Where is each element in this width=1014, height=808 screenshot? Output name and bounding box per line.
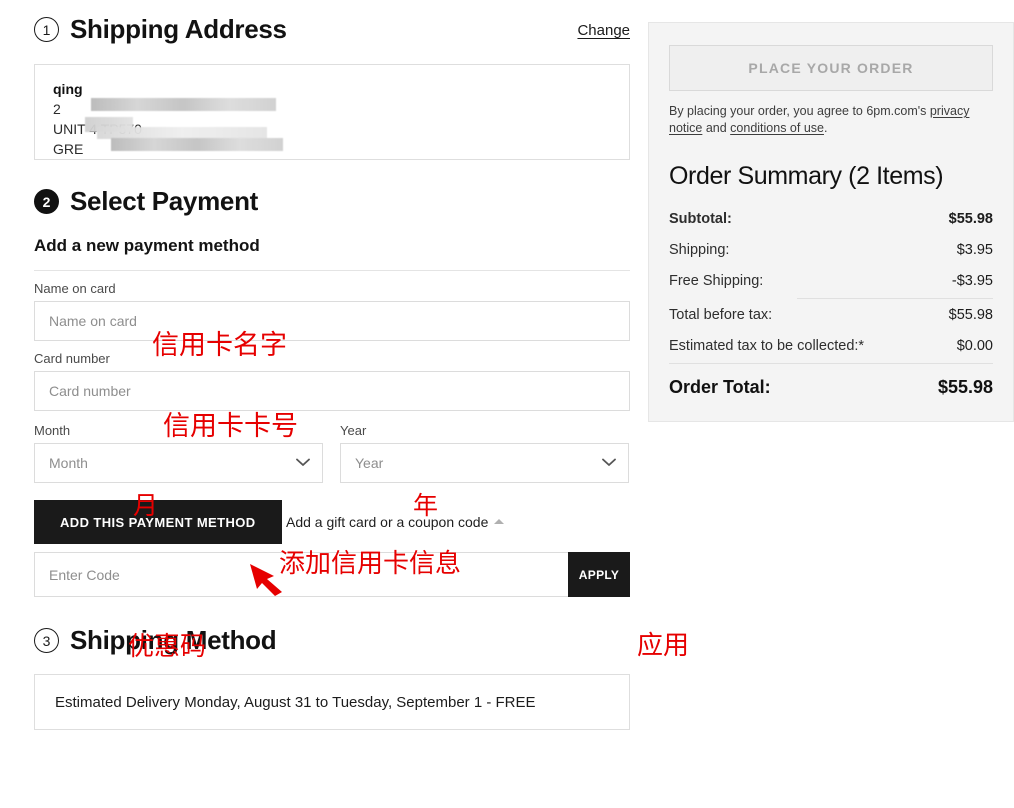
payment-divider xyxy=(34,270,630,271)
place-your-order-button[interactable]: PLACE YOUR ORDER xyxy=(669,45,993,91)
shipping-method-header: 3 Shipping Method xyxy=(34,625,630,656)
legal-suffix-text: . xyxy=(823,121,828,135)
caret-up-icon xyxy=(494,519,505,524)
checkout-left-column: 1 Shipping Address Change qing 2 UNIT 4 … xyxy=(34,14,630,730)
order-summary-row: Shipping: $3.95 xyxy=(669,234,993,265)
select-payment-title: Select Payment xyxy=(70,186,259,216)
order-summary-row-label: Estimated tax to be collected:* xyxy=(669,338,865,354)
address-recipient-name: qing xyxy=(53,81,83,97)
order-summary-row-label: Total before tax: xyxy=(669,307,773,323)
legal-prefix-text: By placing your order, you agree to 6pm.… xyxy=(669,104,930,118)
add-payment-method-button[interactable]: ADD THIS PAYMENT METHOD xyxy=(34,500,282,544)
conditions-of-use-link[interactable]: conditions of use xyxy=(730,121,824,135)
month-select-value: Month xyxy=(49,455,88,471)
select-payment-header: 2 Select Payment xyxy=(34,186,630,217)
card-number-input[interactable] xyxy=(34,371,630,411)
step-3-badge: 3 xyxy=(34,628,59,653)
year-select-value: Year xyxy=(355,455,384,471)
order-summary-row-value: -$3.95 xyxy=(951,273,993,289)
order-summary-row-label: Shipping: xyxy=(669,242,730,258)
gift-card-toggle-label: Add a gift card or a coupon code xyxy=(286,513,489,530)
annotation-apply: 应用 xyxy=(637,631,690,661)
order-summary-row-label: Free Shipping: xyxy=(669,273,764,289)
year-select[interactable]: Year xyxy=(340,443,629,483)
order-summary-panel: PLACE YOUR ORDER By placing your order, … xyxy=(648,22,1014,422)
expiry-row: Month Month Year Year xyxy=(34,423,630,483)
order-summary-title: Order Summary (2 Items) xyxy=(669,162,944,190)
order-summary-row: Total before tax: $55.98 xyxy=(669,299,993,330)
order-summary-row: Free Shipping: -$3.95 xyxy=(669,265,993,296)
month-field: Month Month xyxy=(34,423,323,483)
shipping-address-title: Shipping Address xyxy=(70,14,287,44)
order-summary-row-value: $3.95 xyxy=(956,242,993,258)
name-on-card-label: Name on card xyxy=(34,281,116,296)
gift-card-row: APPLY xyxy=(34,552,630,597)
apply-code-button[interactable]: APPLY xyxy=(568,552,630,597)
legal-disclaimer: By placing your order, you agree to 6pm.… xyxy=(669,103,993,137)
order-summary-rows: Subtotal: $55.98 Shipping: $3.95 Free Shippi… xyxy=(669,203,993,361)
step-2-badge: 2 xyxy=(34,189,59,214)
gift-code-input[interactable] xyxy=(34,552,568,597)
order-summary-row: Subtotal: $55.98 xyxy=(669,203,993,234)
order-total-value: $55.98 xyxy=(937,377,993,397)
checkout-page: 1 Shipping Address Change qing 2 UNIT 4 … xyxy=(0,0,1014,808)
order-summary-row-label: Subtotal: xyxy=(669,211,732,227)
shipping-method-title: Shipping Method xyxy=(70,625,277,655)
shipping-address-header: 1 Shipping Address Change xyxy=(34,14,630,45)
order-summary-row-value: $55.98 xyxy=(948,211,993,227)
checkout-right-column: PLACE YOUR ORDER By placing your order, … xyxy=(648,22,1014,422)
name-on-card-input[interactable] xyxy=(34,301,630,341)
gift-card-toggle[interactable]: Add a gift card or a coupon code xyxy=(286,513,505,530)
month-select[interactable]: Month xyxy=(34,443,323,483)
change-address-link[interactable]: Change xyxy=(577,22,630,39)
order-total-label: Order Total: xyxy=(669,377,771,397)
order-summary-row-value: $0.00 xyxy=(956,338,993,354)
shipping-address-box: qing 2 UNIT 4 TP570 GRE xyxy=(34,64,630,160)
order-total-row: Order Total: $55.98 xyxy=(669,364,993,405)
address-redaction-bar xyxy=(111,138,283,151)
order-summary-row-value: $55.98 xyxy=(948,307,993,323)
step-1-badge: 1 xyxy=(34,17,59,42)
shipping-method-option[interactable]: Estimated Delivery Monday, August 31 to … xyxy=(34,674,630,730)
year-field: Year Year xyxy=(340,423,629,483)
month-label: Month xyxy=(34,423,71,438)
add-payment-method-subtitle: Add a new payment method xyxy=(34,236,260,255)
legal-mid-text: and xyxy=(702,121,731,135)
address-redaction-bar xyxy=(91,98,276,111)
card-number-label: Card number xyxy=(34,351,110,366)
year-label: Year xyxy=(340,423,367,438)
shipping-method-option-label: Estimated Delivery Monday, August 31 to … xyxy=(55,693,536,711)
order-summary-row: Estimated tax to be collected:* $0.00 xyxy=(669,330,993,361)
